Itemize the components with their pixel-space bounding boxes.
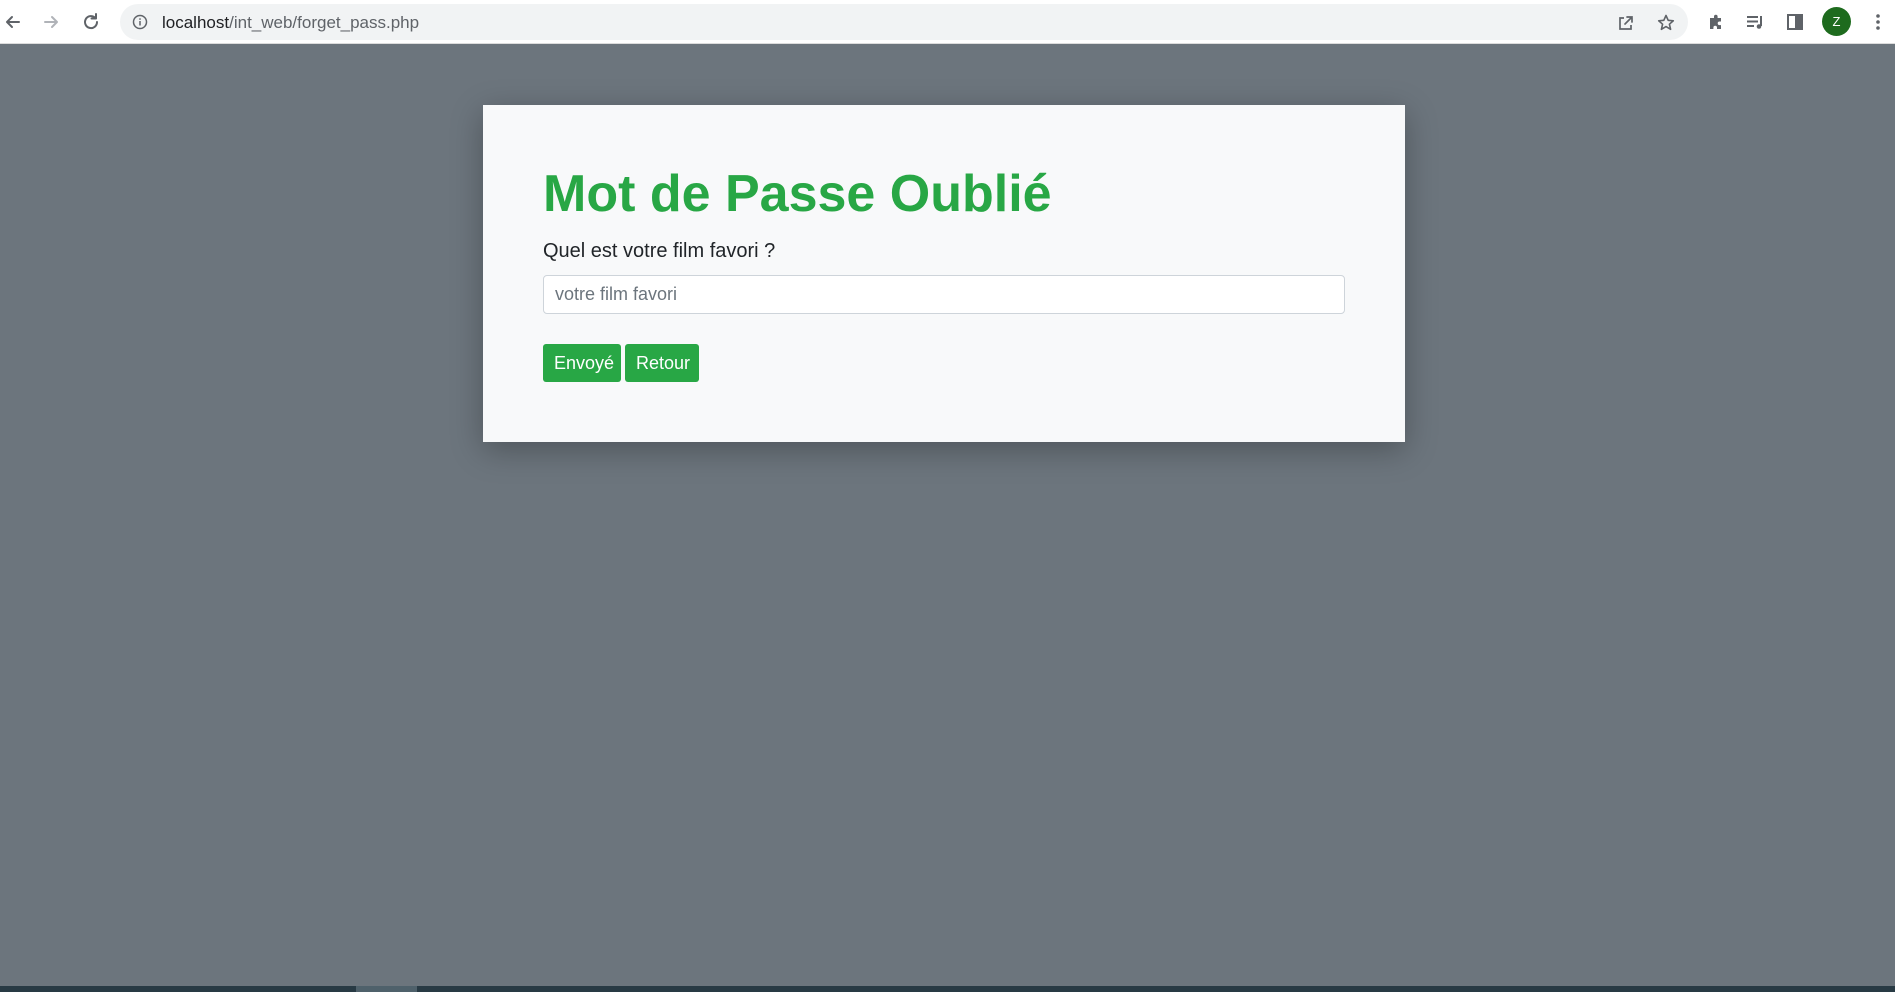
extensions-button[interactable]	[1704, 10, 1728, 34]
taskbar-active-item[interactable]	[356, 986, 417, 992]
side-panel-icon	[1787, 14, 1803, 30]
media-button[interactable]	[1743, 10, 1767, 34]
share-button[interactable]	[1615, 12, 1637, 34]
profile-avatar[interactable]: Z	[1822, 7, 1851, 36]
back-link-button[interactable]: Retour	[625, 344, 699, 382]
side-panel-button[interactable]	[1783, 10, 1807, 34]
security-question-label: Quel est votre film favori ?	[543, 240, 776, 262]
menu-button[interactable]	[1866, 10, 1890, 34]
media-queue-icon	[1747, 16, 1762, 29]
favorite-film-input[interactable]	[543, 275, 1345, 314]
bookmark-button[interactable]	[1655, 12, 1677, 34]
back-arrow-icon	[6, 16, 20, 28]
back-button[interactable]	[0, 9, 26, 35]
url-host: localhost	[162, 13, 230, 32]
browser-toolbar: localhost/int_web/forget_pass.php Z	[0, 0, 1895, 44]
kebab-menu-icon	[1876, 14, 1880, 30]
taskbar-strip	[0, 986, 1895, 992]
reload-button[interactable]	[78, 9, 104, 35]
info-icon[interactable]	[132, 14, 148, 30]
forward-arrow-icon	[44, 16, 58, 28]
reload-icon	[84, 13, 99, 30]
forgot-password-card: Mot de Passe Oublié Quel est votre film …	[483, 105, 1405, 442]
puzzle-icon	[1710, 14, 1721, 29]
share-icon	[1619, 16, 1633, 30]
forward-button[interactable]	[38, 9, 64, 35]
url-path: /int_web/forget_pass.php	[229, 13, 420, 32]
submit-button[interactable]: Envoyé	[543, 344, 621, 382]
address-bar[interactable]: localhost/int_web/forget_pass.php	[120, 4, 1688, 40]
url-text[interactable]: localhost/int_web/forget_pass.php	[162, 13, 419, 33]
star-icon	[1657, 14, 1675, 31]
page-title: Mot de Passe Oublié	[543, 165, 1052, 223]
